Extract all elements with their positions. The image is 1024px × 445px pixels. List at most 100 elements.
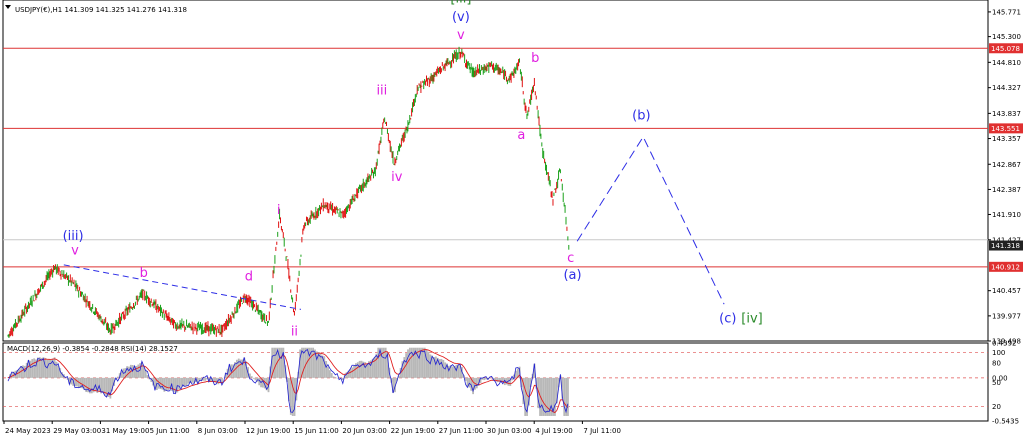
x-tick-label: 4 Jul 19:00 xyxy=(535,427,573,435)
macd-histogram-bar xyxy=(309,348,311,378)
macd-info: MACD(12,26,9) -0.3854 -0.2848 RSI(14) 28… xyxy=(7,345,178,353)
wave-label: i xyxy=(277,203,281,218)
macd-histogram-bar xyxy=(335,377,337,378)
macd-histogram-bar xyxy=(418,348,420,378)
macd-histogram-bar xyxy=(273,348,275,378)
macd-histogram-bar xyxy=(30,361,32,378)
macd-histogram-bar xyxy=(158,378,160,389)
macd-histogram-bar xyxy=(180,378,182,387)
macd-histogram-bar xyxy=(448,366,450,378)
wave-label: v xyxy=(457,28,465,43)
last-price-tag: 141.318 xyxy=(989,241,1023,251)
last-price-tag-text: 141.318 xyxy=(991,242,1020,250)
macd-histogram-bar xyxy=(375,354,377,378)
macd-histogram-bar xyxy=(407,349,409,377)
price-panel-border xyxy=(3,0,988,341)
x-tick-label: 31 May 19:00 xyxy=(101,427,149,435)
macd-histogram-bar xyxy=(329,370,331,378)
indicator-tick-label: -0.5435 xyxy=(992,418,1019,426)
x-tick-label: 8 Jun 03:00 xyxy=(198,427,238,435)
macd-histogram-bar xyxy=(165,378,167,391)
wave-label: b xyxy=(531,51,539,66)
macd-histogram-bar xyxy=(48,359,50,377)
wave-label: [iv] xyxy=(741,312,762,327)
macd-histogram-bar xyxy=(353,366,355,378)
macd-histogram-bar xyxy=(452,366,454,377)
macd-histogram-bar xyxy=(186,378,188,386)
macd-histogram-bar xyxy=(468,378,470,388)
macd-histogram-bar xyxy=(331,373,333,378)
level-tag-0-text: 145.078 xyxy=(991,45,1020,53)
level-tag-1-text: 143.551 xyxy=(991,125,1020,133)
y-tick-label: 143.837 xyxy=(992,110,1021,118)
chart-area: 145.771145.300144.810144.327143.837143.3… xyxy=(0,0,1024,441)
wave-label: c xyxy=(567,251,574,266)
macd-histogram-bar xyxy=(547,378,549,416)
y-tick-label: 139.977 xyxy=(992,312,1021,320)
macd-histogram-bar xyxy=(351,368,353,378)
wave-label: v xyxy=(71,243,79,258)
macd-histogram-bar xyxy=(41,358,43,378)
x-tick-label: 22 Jun 19:00 xyxy=(391,427,435,435)
macd-histogram-bar xyxy=(381,348,383,378)
wave-label: (v) xyxy=(452,10,470,25)
macd-histogram-bar xyxy=(33,358,35,377)
macd-histogram-bar xyxy=(442,360,444,378)
wave-label: d xyxy=(245,270,253,285)
y-tick-label: 142.867 xyxy=(992,161,1021,169)
macd-histogram-bar xyxy=(496,378,498,382)
y-tick-label: 145.300 xyxy=(992,33,1021,41)
macd-histogram-bar xyxy=(184,378,186,386)
x-tick-label: 30 Jun 03:00 xyxy=(487,427,531,435)
macd-histogram-bar xyxy=(327,367,329,378)
macd-histogram-bar xyxy=(312,348,314,378)
macd-histogram-bar xyxy=(506,378,508,385)
indicator-tick-label: 100 xyxy=(992,349,1005,357)
level-tag-1: 143.551 xyxy=(989,123,1023,133)
wave-label: a xyxy=(517,128,525,143)
macd-histogram-bar xyxy=(102,378,104,393)
macd-histogram-bar xyxy=(281,348,283,378)
level-tag-0: 145.078 xyxy=(989,43,1023,53)
macd-histogram-bar xyxy=(554,378,556,416)
wave-label: ii xyxy=(291,325,298,340)
macd-histogram-bar xyxy=(428,352,430,378)
x-tick-label: 27 Jun 11:00 xyxy=(439,427,483,435)
x-tick-label: 15 Jun 11:00 xyxy=(294,427,338,435)
wave-label: (c) xyxy=(719,312,736,327)
y-tick-label: 140.457 xyxy=(992,287,1021,295)
macd-histogram-bar xyxy=(54,357,56,378)
macd-histogram-bar xyxy=(435,357,437,378)
level-tag-2: 140.912 xyxy=(989,262,1023,272)
macd-histogram-bar xyxy=(31,359,33,378)
macd-histogram-bar xyxy=(91,378,93,393)
y-tick-label: 143.357 xyxy=(992,135,1021,143)
macd-histogram-bar xyxy=(429,354,431,377)
macd-histogram-bar xyxy=(18,369,20,378)
macd-histogram-bar xyxy=(117,377,119,378)
macd-histogram-bar xyxy=(377,348,379,378)
y-tick-label: 144.327 xyxy=(992,84,1021,92)
x-tick-label: 24 May 2023 xyxy=(5,427,51,435)
macd-histogram-bar xyxy=(426,350,428,378)
x-tick-label: 20 Jun 03:00 xyxy=(342,427,386,435)
macd-histogram-bar xyxy=(204,378,206,381)
level-tag-2-text: 140.912 xyxy=(991,263,1020,271)
y-tick-label: 142.387 xyxy=(992,186,1021,194)
macd-histogram-bar xyxy=(567,378,569,416)
wave-label: (a) xyxy=(563,268,581,283)
chart-frame xyxy=(3,0,988,421)
macd-histogram-bar xyxy=(44,358,46,378)
macd-histogram-bar xyxy=(541,378,543,416)
macd-histogram-bar xyxy=(253,378,255,379)
macd-histogram-bar xyxy=(136,366,138,378)
macd-histogram-bar xyxy=(325,361,327,378)
y-tick-label: 141.910 xyxy=(992,211,1021,219)
macd-histogram-bar xyxy=(545,378,547,416)
price-axis: 145.771145.300144.810144.327143.837143.3… xyxy=(988,8,1023,345)
indicator-tick-label: 20 xyxy=(992,403,1001,411)
macd-histogram-bar xyxy=(563,378,565,416)
x-tick-label: 29 May 03:00 xyxy=(53,427,101,435)
y-tick-label: 144.810 xyxy=(992,59,1021,67)
macd-histogram-bar xyxy=(422,348,424,378)
